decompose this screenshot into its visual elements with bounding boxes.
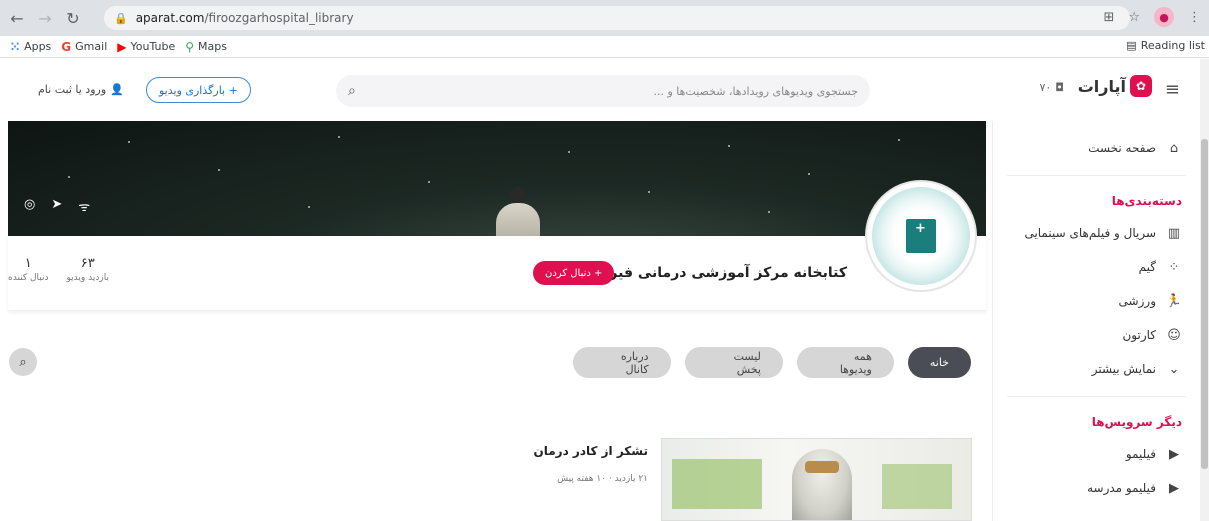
tab-playlists[interactable]: لیست پخش — [684, 347, 783, 378]
scrollbar-thumb[interactable] — [1201, 139, 1208, 469]
bookmark-apps[interactable]: ⁙ Apps — [10, 40, 51, 54]
hospital-icon — [906, 219, 936, 253]
sidebar-item-game[interactable]: ⁘ گیم — [993, 250, 1200, 284]
sidebar-item-filimo[interactable]: ▶ فیلیمو — [993, 437, 1200, 471]
tab-about[interactable]: درباره کانال — [573, 347, 671, 378]
channel-avatar[interactable] — [865, 180, 977, 292]
cartoon-icon: ☺ — [1167, 327, 1181, 343]
url-host: aparat.com — [135, 11, 205, 25]
gmail-icon: G — [61, 39, 72, 54]
reading-list-icon: ▤ — [1126, 39, 1137, 52]
aparat-logo-icon: ✿ — [1130, 75, 1152, 97]
lock-icon: 🔒 — [114, 11, 128, 25]
bookmark-gmail[interactable]: G Gmail — [61, 40, 107, 54]
back-icon[interactable]: ← — [6, 7, 28, 29]
browser-toolbar: ← → ↻ 🔒 aparat.com/firoozgarhospital_lib… — [0, 0, 1209, 36]
filimo-icon: ▶ — [1169, 446, 1179, 462]
social-links: ◎ ➤ ᯤ — [24, 197, 90, 215]
user-icon: 👤 — [110, 83, 124, 96]
bookmark-maps[interactable]: ⚲ Maps — [185, 40, 227, 54]
reload-icon[interactable]: ↻ — [62, 7, 84, 29]
video-thumbnail[interactable] — [661, 438, 972, 521]
categories-heading: دسته‌بندی‌ها — [1111, 194, 1182, 208]
services-heading: دیگر سرویس‌ها — [1091, 415, 1182, 429]
star-icon[interactable]: ☆ — [1128, 10, 1140, 25]
sidebar-item-cartoon[interactable]: ☺ کارتون — [993, 318, 1200, 352]
channel-tabs: خانه همه ویدیوها لیست پخش درباره کانال — [573, 347, 971, 378]
home-icon: ⌂ — [1169, 140, 1179, 156]
sidebar: ⌂ صفحه نخست دسته‌بندی‌ها ▥ سریال و فیلم‌… — [992, 121, 1200, 521]
views-stat: ۶۳ بازدید ویدیو — [66, 256, 109, 283]
profile-avatar[interactable]: ● — [1154, 7, 1174, 27]
followers-stat: ۱ دنبال کننده — [8, 256, 49, 283]
instagram-icon[interactable]: ◎ — [24, 197, 35, 215]
reading-list[interactable]: ▤ Reading list — [1126, 39, 1205, 52]
banner-figure — [488, 187, 548, 236]
channel-stats: ۶۳ بازدید ویدیو ۱ دنبال کننده — [8, 256, 109, 283]
youtube-icon: ▶ — [117, 39, 127, 54]
search-icon: ⌕ — [19, 354, 27, 370]
app-header: ≡ آپارات ✿ ۷۰ ◘ جستجوی ویدیوهای رویدادها… — [0, 59, 1200, 121]
sidebar-item-sport[interactable]: 🏃 ورزشی — [993, 284, 1200, 318]
sidebar-item-home[interactable]: ⌂ صفحه نخست — [993, 131, 1200, 165]
chevron-down-icon: ⌄ — [1168, 361, 1180, 377]
sidebar-show-more[interactable]: ⌄ نمایش بیشتر — [993, 352, 1200, 386]
sidebar-item-filimo-school[interactable]: ▶ فیلیمو مدرسه — [993, 471, 1200, 505]
address-bar[interactable]: 🔒 aparat.com/firoozgarhospital_library — [104, 6, 1130, 30]
channel-search-button[interactable]: ⌕ — [9, 348, 37, 376]
channel-banner: ◎ ➤ ᯤ — [8, 121, 986, 236]
maps-pin-icon: ⚲ — [185, 39, 195, 54]
film-icon: ▥ — [1167, 225, 1181, 241]
url-path: /firoozgarhospital_library — [204, 11, 354, 25]
sidebar-item-movies[interactable]: ▥ سریال و فیلم‌های سینمایی — [993, 216, 1200, 250]
bookmarks-bar: ⁙ Apps G Gmail ▶ YouTube ⚲ Maps ▤ Reading lis… — [0, 36, 1209, 58]
page-scrollbar[interactable] — [1200, 59, 1209, 521]
sidebar-divider — [1007, 175, 1186, 176]
video-title[interactable]: تشکر از کادر درمان — [533, 444, 648, 458]
filimo-school-icon: ▶ — [1169, 480, 1179, 496]
sport-icon: 🏃 — [1165, 293, 1182, 309]
tab-home[interactable]: خانه — [907, 347, 971, 378]
menu-dots-icon[interactable]: ⋮ — [1188, 10, 1201, 25]
aparat-logo[interactable]: آپارات ✿ — [1078, 75, 1152, 97]
translate-icon[interactable]: ⊞ — [1103, 10, 1114, 25]
apps-grid-icon: ⁙ — [10, 39, 21, 54]
tab-all-videos[interactable]: همه ویدیوها — [796, 347, 894, 378]
follow-button[interactable]: + دنبال کردن — [533, 261, 615, 285]
upload-video-button[interactable]: + بارگذاری ویدیو — [146, 77, 251, 103]
bookmark-youtube[interactable]: ▶ YouTube — [117, 40, 175, 54]
search-input[interactable]: جستجوی ویدیوهای رویدادها، شخصیت‌ها و ...… — [336, 75, 870, 107]
video-meta: ۲۱ بازدید · ۱۰ هفته پیش — [557, 474, 648, 484]
live-tv-icon: ◘ — [1055, 81, 1064, 94]
search-icon[interactable]: ⌕ — [348, 83, 356, 99]
channel-name: کتابخانه مرکز آموزشی درمانی فیروزگر — [575, 265, 847, 281]
hamburger-menu-icon[interactable]: ≡ — [1165, 79, 1180, 100]
rss-icon[interactable]: ᯤ — [78, 197, 90, 215]
game-icon: ⁘ — [1168, 259, 1180, 275]
channel-info: کتابخانه مرکز آموزشی درمانی فیروزگر + دن… — [8, 180, 986, 311]
sidebar-divider — [1007, 396, 1186, 397]
live-indicator[interactable]: ۷۰ ◘ — [1039, 81, 1064, 94]
login-button[interactable]: 👤 ورود یا ثبت نام — [38, 83, 124, 96]
telegram-icon[interactable]: ➤ — [51, 197, 62, 215]
forward-icon[interactable]: → — [34, 7, 56, 29]
